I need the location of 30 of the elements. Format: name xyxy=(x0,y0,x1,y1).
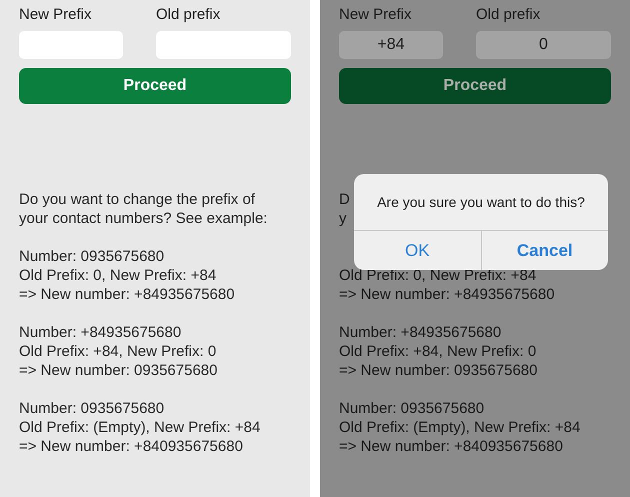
example-line: => New number: 0935675680 xyxy=(339,361,538,380)
field-label: Old prefix xyxy=(156,5,222,25)
description-line: y xyxy=(339,209,346,228)
example-line: Number: 0935675680 xyxy=(19,247,164,266)
description-line: Do you want to change the prefix of xyxy=(19,190,255,209)
example-line: Old Prefix: (Empty), New Prefix: +84 xyxy=(19,418,260,437)
input-field[interactable]: +84 xyxy=(339,31,443,59)
field-label: New Prefix xyxy=(19,5,93,25)
input-field[interactable]: 0 xyxy=(476,31,611,59)
description-line: D xyxy=(339,190,350,209)
proceed-button[interactable]: Proceed xyxy=(339,68,611,104)
example-line: Number: +84935675680 xyxy=(339,323,502,342)
dialog-message: Are you sure you want to do this? xyxy=(376,192,586,212)
cancel-button[interactable]: Cancel xyxy=(480,231,608,270)
example-line: => New number: +84935675680 xyxy=(339,285,555,304)
example-line: => New number: 0935675680 xyxy=(19,361,218,380)
example-line: => New number: +84935675680 xyxy=(19,285,235,304)
example-line: => New number: +840935675680 xyxy=(19,437,243,456)
example-line: Old Prefix: 0, New Prefix: +84 xyxy=(19,266,216,285)
example-line: Number: 0935675680 xyxy=(19,399,164,418)
example-line: => New number: +840935675680 xyxy=(339,437,563,456)
example-line: Old Prefix: +84, New Prefix: 0 xyxy=(339,342,536,361)
field-label: New Prefix xyxy=(339,5,413,25)
proceed-button[interactable]: Proceed xyxy=(19,68,291,104)
example-line: Old Prefix: (Empty), New Prefix: +84 xyxy=(339,418,580,437)
description-line: your contact numbers? See example: xyxy=(19,209,268,228)
example-line: Number: +84935675680 xyxy=(19,323,182,342)
example-line: Number: 0935675680 xyxy=(339,399,484,418)
field-label: Old prefix xyxy=(476,5,542,25)
example-line: Old Prefix: +84, New Prefix: 0 xyxy=(19,342,216,361)
